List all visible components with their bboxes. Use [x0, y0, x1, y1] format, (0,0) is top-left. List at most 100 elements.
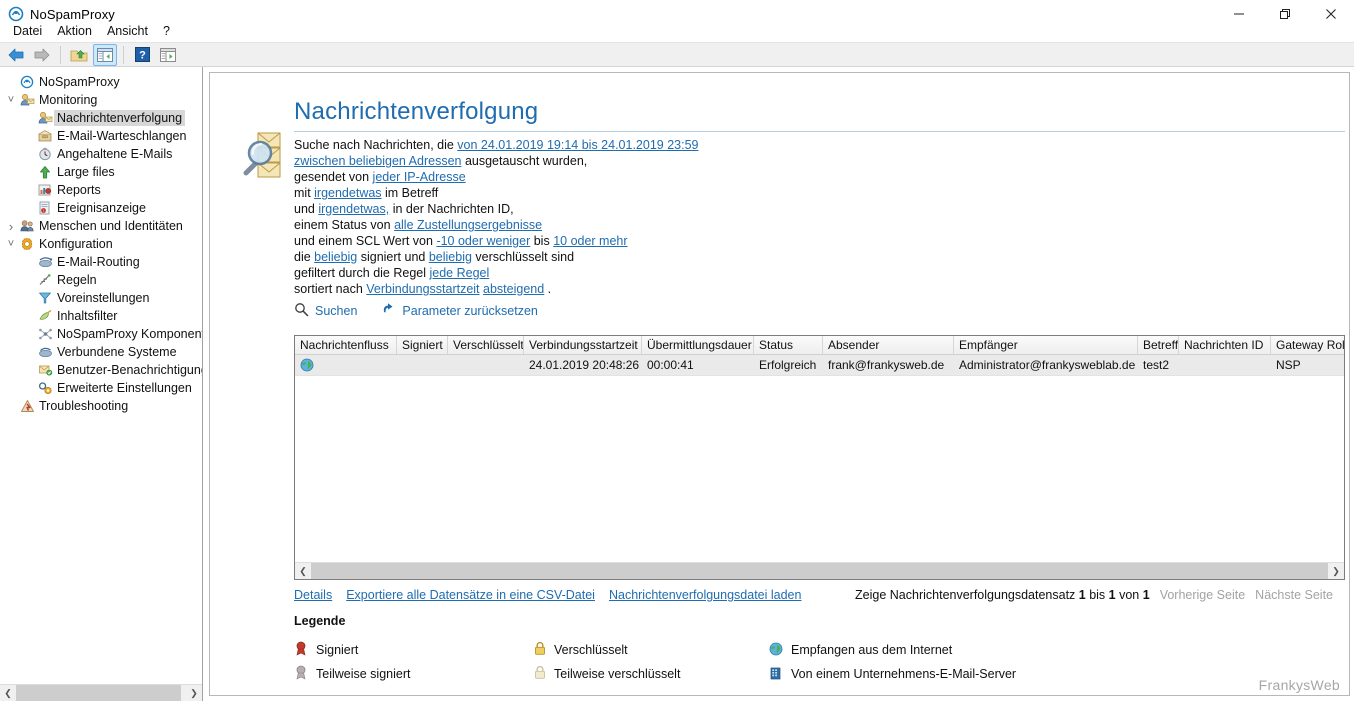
menu-datei[interactable]: Datei: [7, 22, 51, 40]
table-column-header[interactable]: Nachrichtenfluss: [295, 336, 397, 354]
table-column-header[interactable]: Gateway Rolle: [1271, 336, 1344, 354]
back-button[interactable]: [4, 44, 28, 66]
legend-label: Verschlüsselt: [554, 643, 628, 657]
scl-min-link[interactable]: -10 oder weniger: [436, 234, 530, 248]
forward-button[interactable]: [30, 44, 54, 66]
table-column-header[interactable]: Betreff: [1138, 336, 1179, 354]
sidebar-item-menschen-und-identitäten[interactable]: › Menschen und Identitäten: [0, 217, 202, 235]
sort-direction-link[interactable]: absteigend: [483, 282, 544, 296]
nospamproxy-icon: [18, 75, 36, 89]
reset-parameters-button[interactable]: Parameter zurücksetzen: [381, 302, 538, 320]
sidebar-item-regeln[interactable]: Regeln: [0, 271, 202, 289]
sidebar-item-nospamproxy[interactable]: NoSpamProxy: [0, 73, 202, 91]
export-list-button[interactable]: [156, 44, 180, 66]
menu-aktion[interactable]: Aktion: [51, 22, 101, 40]
details-link[interactable]: Details: [294, 588, 332, 602]
menu-ansicht[interactable]: Ansicht: [101, 22, 157, 40]
previous-page-link[interactable]: Vorherige Seite: [1160, 588, 1245, 602]
scroll-right-icon[interactable]: ❯: [186, 685, 202, 701]
sidebar-item-large-files[interactable]: Large files: [0, 163, 202, 181]
table-scroll-thumb[interactable]: [311, 562, 1328, 579]
criteria-line1-pre: Suche nach Nachrichten, die: [294, 138, 458, 152]
sidebar-item-nospamproxy-komponente[interactable]: NoSpamProxy Komponente: [0, 325, 202, 343]
table-column-header[interactable]: Verbindungsstartzeit: [524, 336, 642, 354]
sidebar-item-monitoring[interactable]: ˅ Monitoring: [0, 91, 202, 109]
table-column-header[interactable]: Signiert: [397, 336, 448, 354]
addresses-link[interactable]: zwischen beliebigen Adressen: [294, 154, 461, 168]
signed-filter-link[interactable]: beliebig: [314, 250, 357, 264]
menu-help[interactable]: ?: [157, 22, 179, 40]
next-page-link[interactable]: Nächste Seite: [1255, 588, 1333, 602]
legend-row: Signiert Verschlüsselt Empfangen aus dem…: [294, 638, 1294, 662]
criteria-line-6: einem Status von alle Zustellungsergebni…: [294, 217, 698, 233]
sort-field-link[interactable]: Verbindungsstartzeit: [366, 282, 479, 296]
criteria-line-10: sortiert nach Verbindungsstartzeit abste…: [294, 281, 698, 297]
legend-label: Von einem Unternehmens-E-Mail-Server: [791, 667, 1017, 681]
event-viewer-icon: !: [36, 201, 54, 215]
chevron-down-icon[interactable]: ˅: [4, 94, 18, 106]
table-cell-betreff: test2: [1143, 358, 1170, 372]
sidebar-item-e-mail-warteschlangen[interactable]: E-Mail-Warteschlangen: [0, 127, 202, 145]
sidebar-item-ereignisanzeige[interactable]: ! Ereignisanzeige: [0, 199, 202, 217]
subject-link[interactable]: irgendetwas: [314, 186, 381, 200]
criteria-line-4: mit irgendetwas im Betreff: [294, 185, 698, 201]
table-column-header[interactable]: Absender: [823, 336, 954, 354]
sidebar-item-label: E-Mail-Warteschlangen: [57, 129, 187, 143]
chevron-right-icon[interactable]: ›: [4, 219, 18, 234]
lock-partial-icon: [534, 665, 546, 683]
sidebar-item-troubleshooting[interactable]: Troubleshooting: [0, 397, 202, 415]
table-column-header[interactable]: Status: [754, 336, 823, 354]
message-id-link[interactable]: irgendetwas,: [318, 202, 389, 216]
table-column-header[interactable]: Übermittlungsdauer: [642, 336, 754, 354]
table-header-row: Nachrichtenfluss Signiert Verschlüsselt Ver…: [295, 336, 1344, 355]
sidebar-item-reports[interactable]: Reports: [0, 181, 202, 199]
pager-prefix: Zeige Nachrichtenverfolgungsdatensatz: [855, 588, 1079, 602]
reset-button-label: Parameter zurücksetzen: [402, 304, 538, 318]
pager-from: 1: [1078, 588, 1086, 602]
chevron-down-icon[interactable]: ˅: [4, 238, 18, 250]
sidebar-item-konfiguration[interactable]: ˅ Konfiguration: [0, 235, 202, 253]
scroll-thumb[interactable]: [16, 684, 181, 701]
table-horizontal-scrollbar[interactable]: ❮ ❯: [295, 562, 1344, 579]
sidebar-item-e-mail-routing[interactable]: E-Mail-Routing: [0, 253, 202, 271]
table-scroll-track[interactable]: [311, 562, 1328, 579]
queue-icon: [36, 129, 54, 143]
sidebar-item-erweiterte-einstellungen[interactable]: Erweiterte Einstellungen: [0, 379, 202, 397]
scroll-track[interactable]: [16, 684, 186, 701]
sidebar-item-angehaltene-e-mails[interactable]: Angehaltene E-Mails: [0, 145, 202, 163]
sidebar-item-label: Monitoring: [39, 93, 98, 107]
sidebar-item-inhaltsfilter[interactable]: Inhaltsfilter: [0, 307, 202, 325]
table-column-header[interactable]: Empfänger: [954, 336, 1138, 354]
table-scroll-left-icon[interactable]: ❮: [295, 563, 311, 580]
sidebar-tree: NoSpamProxy ˅ Monitoring Nachrichtenverfolg…: [0, 67, 202, 415]
connected-systems-icon: [36, 345, 54, 359]
sidebar-horizontal-scrollbar[interactable]: ❮ ❯: [0, 684, 202, 701]
table-row[interactable]: 24.01.2019 20:48:26 00:00:41 Erfolgreich fr…: [295, 355, 1344, 376]
delivery-status-link[interactable]: alle Zustellungsergebnisse: [394, 218, 542, 232]
rule-filter-link[interactable]: jede Regel: [430, 266, 490, 280]
building-icon: [769, 666, 783, 683]
table-cell-signiert: [397, 355, 448, 375]
folder-up-button[interactable]: [67, 44, 91, 66]
criteria-line10-post: .: [544, 282, 552, 296]
criteria-line5-post: in der Nachrichten ID,: [389, 202, 514, 216]
sidebar-item-nachrichtenverfolgung[interactable]: Nachrichtenverfolgung: [0, 109, 202, 127]
show-tree-button[interactable]: [93, 43, 117, 66]
load-tracking-file-link[interactable]: Nachrichtenverfolgungsdatei laden: [609, 588, 802, 602]
search-button[interactable]: Suchen: [294, 302, 357, 320]
encrypted-filter-link[interactable]: beliebig: [429, 250, 472, 264]
help-button[interactable]: ?: [130, 44, 154, 66]
scroll-left-icon[interactable]: ❮: [0, 685, 16, 701]
scl-max-link[interactable]: 10 oder mehr: [553, 234, 627, 248]
table-scroll-right-icon[interactable]: ❯: [1328, 563, 1344, 580]
action-buttons: Suchen Parameter zurücksetzen: [294, 302, 538, 320]
sidebar-item-benutzer-benachrichtigung[interactable]: Benutzer-Benachrichtigung: [0, 361, 202, 379]
sidebar-item-verbundene-systeme[interactable]: Verbundene Systeme: [0, 343, 202, 361]
table-column-header[interactable]: Nachrichten ID: [1179, 336, 1271, 354]
table-column-header[interactable]: Verschlüsselt: [448, 336, 524, 354]
sidebar-item-label: E-Mail-Routing: [57, 255, 140, 269]
date-range-link[interactable]: von 24.01.2019 19:14 bis 24.01.2019 23:5…: [457, 138, 698, 152]
ip-address-link[interactable]: jeder IP-Adresse: [373, 170, 466, 184]
export-csv-link[interactable]: Exportiere alle Datensätze in eine CSV-D…: [346, 588, 595, 602]
sidebar-item-voreinstellungen[interactable]: Voreinstellungen: [0, 289, 202, 307]
